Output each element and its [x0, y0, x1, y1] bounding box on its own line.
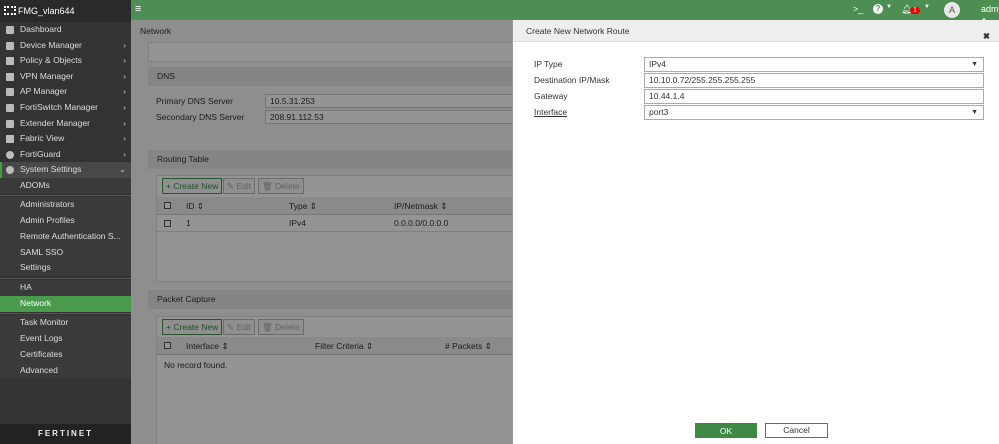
avatar[interactable]: A [944, 2, 960, 18]
fortiguard-icon [6, 150, 14, 159]
divider [0, 313, 131, 314]
sidebar-item-vpn-manager[interactable]: VPN Manager › [0, 69, 131, 85]
sidebar-sub-certificates[interactable]: Certificates [0, 347, 131, 363]
destination-row: Destination IP/Mask 10.10.0.72/255.255.25… [534, 73, 984, 88]
chevron-down-icon: ▼ [924, 4, 930, 10]
menu-icon[interactable]: ≡ [135, 3, 141, 15]
sidebar-sub-task-monitor[interactable]: Task Monitor [0, 315, 131, 331]
top-bar: ≡ >_ ? ▼ 🔔︎ 1 ▼ admin ▼ [131, 0, 999, 24]
sidebar-item-fortiguard[interactable]: FortiGuard › [0, 147, 131, 163]
gateway-input[interactable]: 10.44.1.4 [644, 89, 984, 104]
divider [0, 195, 131, 196]
sidebar-sub-adoms[interactable]: ADOMs [0, 178, 131, 194]
chevron-down-icon: ▼ [886, 4, 892, 10]
sidebar-sub-event-logs[interactable]: Event Logs [0, 331, 131, 347]
sidebar-sub-administrators[interactable]: Administrators [0, 197, 131, 213]
sidebar-item-fabric-view[interactable]: Fabric View › [0, 131, 131, 147]
divider [0, 278, 131, 279]
fortinet-logo: FERTINET [0, 424, 131, 444]
sidebar-sub-settings[interactable]: Settings [0, 260, 131, 276]
modal-overlay [131, 20, 512, 444]
chevron-down-icon: ▼ [971, 61, 978, 68]
chevron-right-icon: › [123, 86, 126, 97]
grid-icon [4, 6, 16, 15]
panel-title: Create New Network Route [526, 26, 630, 36]
policy-icon [6, 57, 14, 66]
sidebar-sub-ha[interactable]: HA [0, 280, 131, 296]
ok-button[interactable]: OK [695, 423, 757, 438]
cancel-button[interactable]: Cancel [765, 423, 828, 438]
sidebar-item-device-manager[interactable]: Device Manager › [0, 38, 131, 54]
sidebar: FMG_vlan644 Dashboard Device Manager › Po… [0, 0, 131, 444]
interface-select[interactable]: port3 ▼ [644, 105, 984, 120]
sidebar-item-extender-manager[interactable]: Extender Manager › [0, 116, 131, 132]
gear-icon [6, 166, 14, 175]
notification-badge: 1 [910, 7, 920, 14]
create-route-panel: Create New Network Route ✖ IP Type IPv4 ▼ D… [512, 20, 999, 444]
sidebar-item-policy-objects[interactable]: Policy & Objects › [0, 53, 131, 69]
chevron-right-icon: › [123, 55, 126, 66]
sidebar-sub-admin-profiles[interactable]: Admin Profiles [0, 213, 131, 229]
chevron-right-icon: › [123, 39, 126, 50]
ap-icon [6, 88, 14, 97]
chevron-right-icon: › [123, 133, 126, 144]
chevron-down-icon: ⌄ [118, 164, 126, 175]
chevron-right-icon: › [123, 148, 126, 159]
chevron-down-icon: ▼ [971, 109, 978, 116]
chevron-right-icon: › [123, 117, 126, 128]
interface-row: Interface port3 ▼ [534, 105, 984, 120]
device-icon [6, 41, 14, 50]
close-icon[interactable]: ✖ [983, 25, 990, 47]
sidebar-sub-network[interactable]: Network [0, 296, 131, 312]
dashboard-icon [6, 26, 14, 34]
sidebar-item-ap-manager[interactable]: AP Manager › [0, 84, 131, 100]
device-name: FMG_vlan644 [0, 0, 131, 22]
sidebar-item-dashboard[interactable]: Dashboard [0, 22, 131, 38]
sidebar-sub-saml-sso[interactable]: SAML SSO [0, 244, 131, 261]
destination-input[interactable]: 10.10.0.72/255.255.255.255 [644, 73, 984, 88]
sidebar-item-fortiswitch-manager[interactable]: FortiSwitch Manager › [0, 100, 131, 116]
help-icon[interactable]: ? [873, 4, 883, 14]
cli-icon[interactable]: >_ [853, 4, 863, 14]
sidebar-sub-remote-auth[interactable]: Remote Authentication S... [0, 229, 131, 245]
chevron-right-icon: › [123, 102, 126, 112]
switch-icon [6, 104, 14, 112]
chevron-right-icon: › [123, 70, 126, 81]
extender-icon [6, 119, 14, 128]
ip-type-row: IP Type IPv4 ▼ [534, 57, 984, 72]
vpn-icon [6, 72, 14, 81]
sidebar-item-system-settings[interactable]: System Settings ⌄ [0, 162, 131, 178]
ip-type-select[interactable]: IPv4 ▼ [644, 57, 984, 72]
sidebar-sub-advanced[interactable]: Advanced [0, 362, 131, 379]
gateway-row: Gateway 10.44.1.4 [534, 89, 984, 104]
fabric-icon [6, 135, 14, 144]
